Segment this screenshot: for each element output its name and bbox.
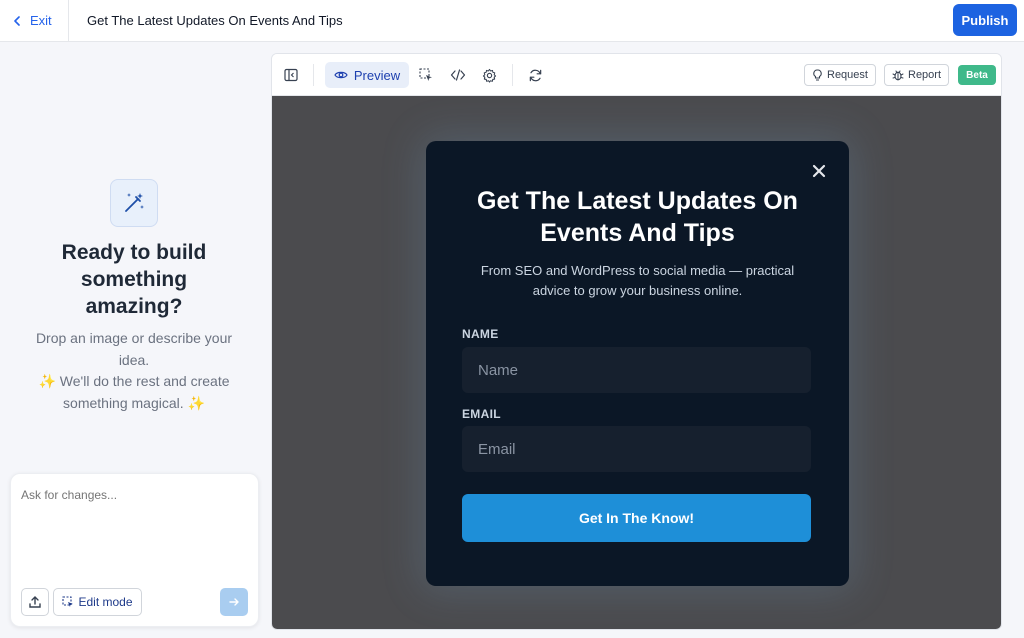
gear-icon[interactable]	[478, 64, 500, 86]
preview-panel: Preview Request Report Beta Get The Late…	[271, 53, 1002, 630]
edit-mode-button[interactable]: Edit mode	[53, 588, 142, 616]
edit-mode-label: Edit mode	[78, 595, 133, 609]
lightbulb-icon	[813, 69, 822, 81]
close-icon[interactable]	[811, 163, 827, 179]
sidebar-toggle-icon[interactable]	[280, 64, 302, 86]
exit-button[interactable]: Exit	[0, 0, 69, 42]
request-button[interactable]: Request	[804, 64, 876, 86]
chevron-left-icon	[14, 15, 20, 26]
preview-toolbar: Preview Request Report Beta	[272, 54, 1001, 96]
preview-canvas: Get The Latest Updates On Events And Tip…	[272, 96, 1001, 629]
beta-badge: Beta	[958, 65, 996, 85]
chat-panel: Ready to build something amazing? Drop a…	[0, 43, 270, 638]
code-icon[interactable]	[447, 64, 469, 86]
empty-state-description: Drop an image or describe your idea. ✨ W…	[35, 330, 233, 411]
upload-button[interactable]	[21, 588, 49, 616]
toolbar-divider	[313, 64, 314, 86]
bug-icon	[892, 70, 904, 81]
get-in-the-know-button[interactable]: Get In The Know!	[462, 494, 811, 542]
email-field[interactable]	[462, 426, 811, 472]
name-label: NAME	[462, 327, 499, 341]
email-label: EMAIL	[462, 407, 501, 421]
upload-icon	[29, 596, 41, 608]
tab-preview[interactable]: Preview	[325, 62, 409, 88]
report-button[interactable]: Report	[884, 64, 950, 86]
select-element-icon[interactable]	[415, 64, 437, 86]
chat-input[interactable]	[21, 488, 241, 502]
top-bar: Exit Get The Latest Updates On Events An…	[0, 0, 1024, 42]
magic-wand-icon	[110, 179, 158, 227]
modal-title: Get The Latest Updates On Events And Tip…	[477, 187, 798, 247]
empty-state-heading: Ready to build something amazing?	[61, 241, 207, 318]
toolbar-divider	[512, 64, 513, 86]
chat-composer: Edit mode	[10, 473, 259, 627]
publish-button[interactable]: Publish	[953, 4, 1017, 36]
name-field[interactable]	[462, 347, 811, 393]
empty-state: Ready to build something amazing? Drop a…	[0, 179, 268, 414]
request-label: Request	[827, 69, 868, 81]
arrow-right-icon	[229, 598, 239, 606]
exit-label: Exit	[30, 13, 52, 28]
select-cursor-icon	[62, 596, 74, 607]
refresh-icon[interactable]	[524, 64, 546, 86]
tab-preview-label: Preview	[353, 67, 401, 83]
modal-subtitle: From SEO and WordPress to social media —…	[480, 263, 795, 298]
report-label: Report	[908, 69, 942, 81]
signup-modal: Get The Latest Updates On Events And Tip…	[426, 141, 849, 586]
page-title: Get The Latest Updates On Events And Tip…	[87, 13, 343, 28]
eye-icon	[334, 71, 348, 79]
send-button[interactable]	[220, 588, 248, 616]
